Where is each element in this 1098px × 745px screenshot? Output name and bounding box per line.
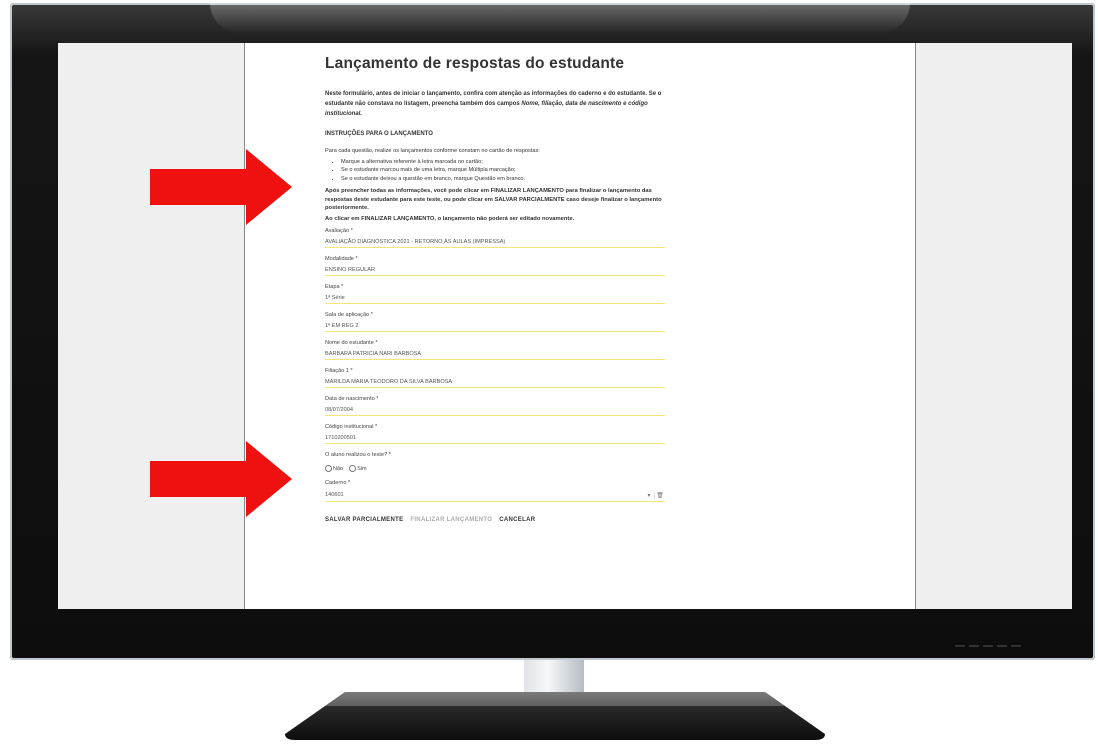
nascimento-field[interactable]: Data de nascimento * 08/07/2004 [325, 396, 665, 416]
radio-sim[interactable]: Sim [349, 465, 367, 472]
etapa-label: Etapa * [325, 284, 344, 290]
realizou-field: O aluno realizou o teste? * Não Sim [325, 452, 665, 472]
sala-value[interactable]: 1ª EM REG 2 [325, 321, 665, 332]
status-lights [955, 645, 1021, 647]
page-title: Lançamento de respostas do estudante [325, 55, 625, 72]
radio-sim-label: Sim [357, 465, 367, 472]
nascimento-value[interactable]: 08/07/2004 [325, 405, 665, 416]
radio-circle-icon[interactable] [325, 465, 332, 472]
radio-nao-label: Não [333, 465, 344, 472]
etapa-value[interactable]: 1ª Série [325, 293, 665, 304]
instructions-list: Marque a alternativa referente à letra m… [325, 158, 665, 184]
etapa-field[interactable]: Etapa * 1ª Série [325, 284, 665, 304]
avaliacao-value[interactable]: AVALIAÇÃO DIAGNÓSTICA 2021 - RETORNO ÀS … [325, 237, 665, 248]
caderno-select[interactable]: 140601 ▾ 🗑 [325, 489, 665, 502]
codigo-label: Código institucional * [325, 424, 378, 430]
caderno-value: 140601 [325, 492, 344, 498]
radio-nao[interactable]: Não [325, 465, 343, 472]
caderno-field[interactable]: Caderno * 140601 ▾ 🗑 [325, 480, 665, 502]
intro-text: Neste formulário, antes de iniciar o lan… [325, 89, 665, 119]
avaliacao-field[interactable]: Avaliação * AVALIAÇÃO DIAGNÓSTICA 2021 -… [325, 228, 665, 248]
sala-label: Sala de aplicação * [325, 312, 373, 318]
warning-text-body: Ao clicar em FINALIZAR LANÇAMENTO, o lan… [325, 215, 575, 222]
warning-text: Ao clicar em FINALIZAR LANÇAMENTO, o lan… [325, 215, 665, 224]
avaliacao-label: Avaliação * [325, 228, 353, 234]
form-page: Lançamento de respostas do estudante Nes… [244, 43, 916, 609]
finalize-button[interactable]: FINALIZAR LANÇAMENTO [410, 517, 492, 523]
nascimento-label: Data de nascimento * [325, 396, 379, 402]
realizou-label: O aluno realizou o teste? * [325, 452, 391, 458]
modalidade-value[interactable]: ENSINO REGULAR [325, 265, 665, 276]
save-partial-button[interactable]: SALVAR PARCIALMENTE [325, 517, 403, 523]
form-content: Lançamento de respostas do estudante Nes… [325, 55, 665, 523]
codigo-field[interactable]: Código institucional * 1710200501 [325, 424, 665, 444]
instructions-lead: Para cada questão, realize os lançamento… [325, 148, 540, 154]
sala-field[interactable]: Sala de aplicação * 1ª EM REG 2 [325, 312, 665, 332]
codigo-value[interactable]: 1710200501 [325, 433, 665, 444]
form-actions: SALVAR PARCIALMENTE FINALIZAR LANÇAMENTO… [325, 517, 665, 523]
caderno-label: Caderno * [325, 480, 351, 486]
finalize-text: Após preencher todas as informações, voc… [325, 188, 662, 211]
instruction-item: Marque a alternativa referente à letra m… [341, 158, 665, 167]
red-arrow-icon [150, 441, 292, 517]
instructions-heading: INSTRUÇÕES PARA O LANÇAMENTO [325, 131, 433, 137]
monitor-stand-base [285, 692, 825, 740]
radio-circle-icon[interactable] [349, 465, 357, 472]
nome-value[interactable]: BARBARA PATRICIA NARI BARBOSA [325, 349, 665, 360]
finalize-instructions: Após preencher todas as informações, voc… [325, 187, 665, 213]
modalidade-label: Modalidade * [325, 256, 358, 262]
filiacao-value[interactable]: MARILDA MARIA TEODORO DA SILVA BARBOSA [325, 377, 665, 388]
instruction-item: Se o estudante marcou mais de uma letra,… [341, 166, 665, 175]
filiacao-label: Filiação 1 * [325, 368, 353, 374]
screen: Lançamento de respostas do estudante Nes… [58, 43, 1072, 609]
bezel-gloss [210, 3, 910, 33]
nome-label: Nome do estudante * [325, 340, 378, 346]
instruction-item: Se o estudante deixou a questão em branc… [341, 175, 665, 184]
nome-field[interactable]: Nome do estudante * BARBARA PATRICIA NAR… [325, 340, 665, 360]
realizou-radio-group: Não Sim [325, 465, 665, 472]
red-arrow-icon [150, 149, 292, 225]
modalidade-field[interactable]: Modalidade * ENSINO REGULAR [325, 256, 665, 276]
cancel-button[interactable]: CANCELAR [499, 517, 535, 523]
trash-icon[interactable]: 🗑 [654, 491, 665, 499]
filiacao-field[interactable]: Filiação 1 * MARILDA MARIA TEODORO DA SI… [325, 368, 665, 388]
monitor-bezel: Lançamento de respostas do estudante Nes… [10, 3, 1095, 660]
chevron-down-icon[interactable]: ▾ [644, 492, 654, 499]
